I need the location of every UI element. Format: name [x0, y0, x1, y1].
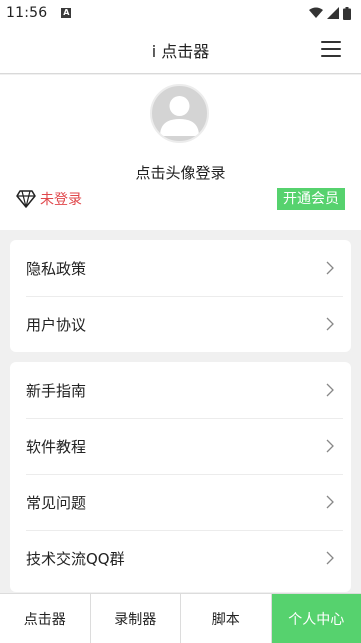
avatar[interactable] — [150, 84, 209, 143]
hamburger-menu-icon[interactable] — [321, 39, 341, 59]
chevron-right-icon — [326, 439, 334, 453]
list-item-tutorial[interactable]: 软件教程 — [10, 418, 351, 474]
battery-icon — [343, 6, 351, 20]
notification-icon: A — [61, 8, 72, 18]
wifi-icon — [309, 7, 323, 18]
chevron-right-icon — [326, 551, 334, 565]
signal-icon — [327, 7, 339, 19]
list-item-label: 技术交流QQ群 — [26, 549, 125, 568]
diamond-icon — [16, 190, 36, 208]
list-item-beginner-guide[interactable]: 新手指南 — [10, 362, 351, 418]
open-vip-button[interactable]: 开通会员 — [277, 188, 345, 210]
tab-script[interactable]: 脚本 — [181, 594, 272, 643]
list-item-label: 隐私政策 — [26, 259, 87, 278]
status-bar: 11:56 A — [0, 0, 361, 26]
list-item-privacy-policy[interactable]: 隐私政策 — [10, 240, 351, 296]
profile-section: 点击头像登录 未登录 开通会员 — [0, 75, 361, 230]
help-card: 新手指南 软件教程 常见问题 技术交流QQ群 — [10, 362, 351, 592]
login-prompt[interactable]: 点击头像登录 — [0, 162, 361, 183]
list-item-label: 常见问题 — [26, 493, 87, 512]
app-header: i 点击器 — [0, 26, 361, 74]
status-indicators — [309, 6, 351, 20]
chevron-right-icon — [326, 383, 334, 397]
list-item-label: 软件教程 — [26, 437, 87, 456]
member-status: 未登录 — [16, 189, 82, 209]
list-item-user-agreement[interactable]: 用户协议 — [10, 296, 351, 352]
tab-recorder[interactable]: 录制器 — [91, 594, 181, 643]
policy-card: 隐私政策 用户协议 — [10, 240, 351, 352]
list-item-label: 用户协议 — [26, 315, 87, 334]
page-title: i 点击器 — [151, 41, 210, 61]
chevron-right-icon — [326, 495, 334, 509]
list-item-label: 新手指南 — [26, 381, 87, 400]
list-item-faq[interactable]: 常见问题 — [10, 474, 351, 530]
member-status-text: 未登录 — [40, 192, 82, 208]
chevron-right-icon — [326, 317, 334, 331]
chevron-right-icon — [326, 261, 334, 275]
bottom-nav: 点击器 录制器 脚本 个人中心 — [0, 593, 361, 643]
list-item-qq-group[interactable]: 技术交流QQ群 — [10, 530, 351, 586]
tab-profile[interactable]: 个人中心 — [271, 594, 361, 643]
status-time: 11:56 — [6, 5, 48, 21]
tab-clicker[interactable]: 点击器 — [0, 594, 91, 643]
user-placeholder-icon — [160, 96, 199, 136]
